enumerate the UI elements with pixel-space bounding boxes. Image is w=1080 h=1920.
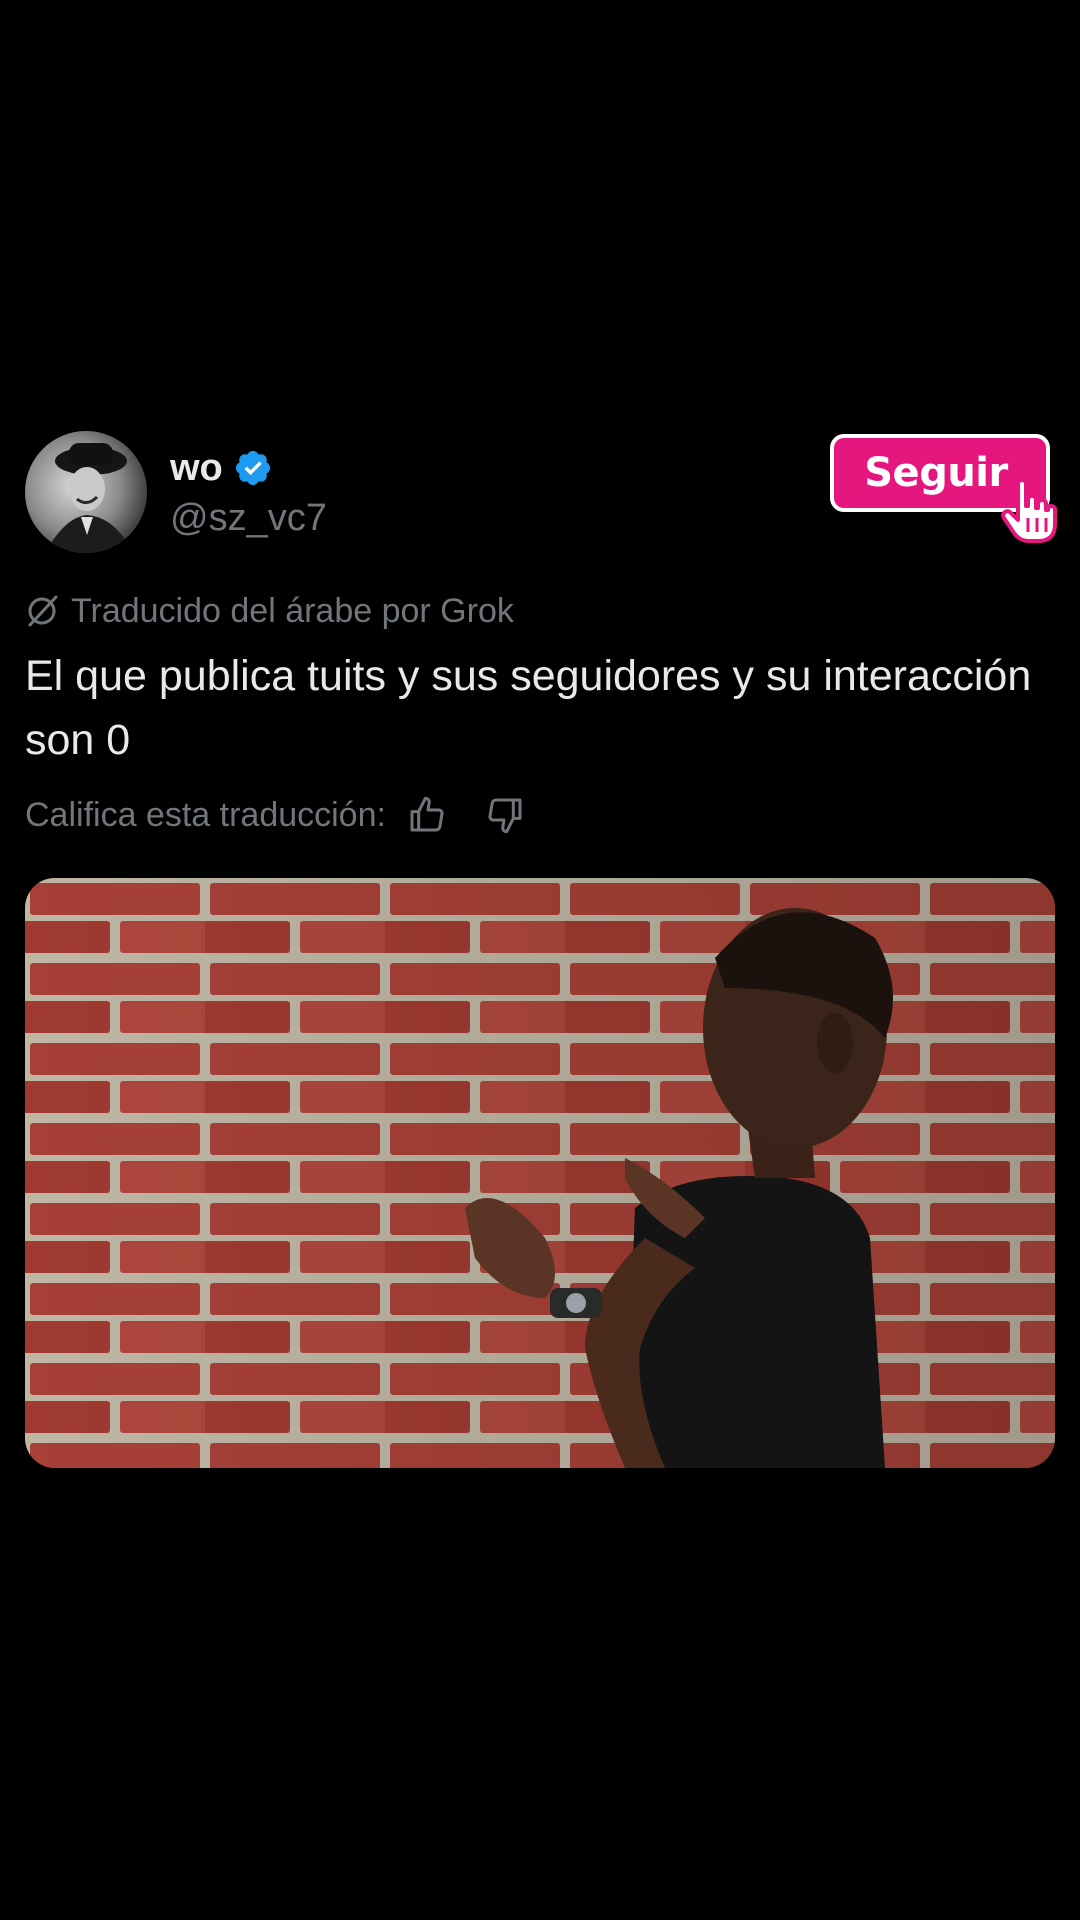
thumbs-down-button[interactable] — [480, 790, 530, 840]
avatar[interactable] — [25, 431, 147, 553]
meme-photo — [25, 878, 1055, 1468]
translation-notice: Traducido del árabe por Grok — [25, 588, 514, 634]
avatar-photo — [25, 431, 147, 553]
tweet-media-image[interactable] — [25, 878, 1055, 1468]
rate-translation-label: Califica esta traducción: — [25, 795, 386, 834]
verified-badge-icon — [233, 448, 273, 488]
author-display-name[interactable]: wo — [170, 449, 223, 487]
author-name-row: wo — [170, 444, 273, 492]
rate-translation-row: Califica esta traducción: — [25, 790, 530, 840]
author-handle[interactable]: @sz_vc7 — [170, 494, 327, 542]
thumbs-up-button[interactable] — [402, 790, 452, 840]
hand-pointer-icon — [1000, 478, 1058, 544]
grok-translate-icon — [25, 594, 59, 628]
translation-label: Traducido del árabe por Grok — [71, 591, 514, 630]
follow-button-label: Seguir — [864, 450, 1008, 496]
tweet-text: El que publica tuits y sus seguidores y … — [25, 652, 1032, 764]
thumbs-down-icon — [488, 798, 522, 834]
thumbs-up-icon — [410, 796, 444, 832]
